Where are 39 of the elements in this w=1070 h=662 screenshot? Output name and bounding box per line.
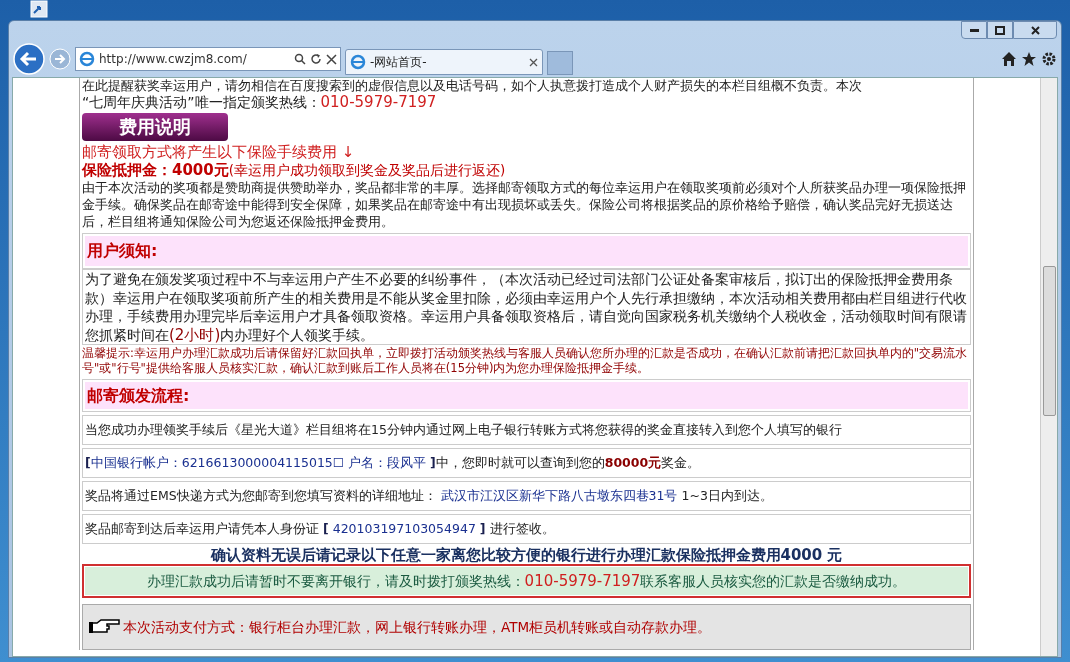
maximize-button[interactable] xyxy=(987,21,1013,39)
pointing-hand-icon xyxy=(89,618,121,636)
process-step-text: 当您成功办理领奖手续后《星光大道》栏目组将在15分钟内通过网上电子银行转账方式将您获得的奖金直接转入到您个人填写的银行 xyxy=(82,415,971,445)
refresh-icon[interactable] xyxy=(310,53,322,65)
warning-text: 在此提醒获奖幸运用户，请勿相信在百度搜索到的虚假信息以及电话号码，如个人执意拨打造成个人财产损失的本栏目组概不负责。本次 xyxy=(82,78,863,93)
hotline-notice: 办理汇款成功后请暂时不要离开银行，请及时拨打颁奖热线：010-5979-7197联系客服人员核实您的汇款是否缴纳成功。 xyxy=(85,567,968,595)
deposit-text: 保险抵押金：4000元(幸运用户成功领取到奖金及奖品后进行返还) xyxy=(82,161,507,179)
process-step-text: 奖品将通过EMS快递方式为您邮寄到您填写资料的详细地址： 武汉市江汉区新华下路八古墩东四巷31号 1~3日内到达。 xyxy=(82,481,971,511)
fee-description: 由于本次活动的奖项都是赞助商提供赞助举办，奖品都非常的丰厚。选择邮寄领取方式的每位幸运用户在领取奖项前必须对个人所获奖品办理一项保险抵押金手续。确保奖品在邮寄途中能得到安全保障，如果奖品在邮寄途中有出现损坏或丢失。保险公司将根据奖品的原价格给予赔偿，确认奖品完好无损送达后，栏目组将通知保险公司为您返还保险抵押金费用。 xyxy=(82,179,967,230)
minimize-icon xyxy=(969,28,979,32)
process-step-text: [中国银行帐户：6216613000004115015☐ 户名：段风平 ]中，您即时就可以查询到您的80000元奖金。 xyxy=(82,448,971,478)
close-icon[interactable] xyxy=(529,57,538,67)
close-icon[interactable] xyxy=(326,53,337,65)
scrollbar[interactable] xyxy=(1040,78,1057,656)
payment-methods-text: 本次活动支付方式：银行柜台办理汇款，网上银行转账办理，ATM柜员机转账或自动存款办理。 xyxy=(123,618,712,636)
star-icon[interactable] xyxy=(1021,51,1037,67)
maximize-icon xyxy=(995,25,1005,35)
process-step-text: 奖品邮寄到达后幸运用户请凭本人身份证 [ 420103197103054947 ] 进行签收。 xyxy=(82,514,971,544)
search-icon[interactable] xyxy=(294,53,306,65)
scrollbar-thumb[interactable] xyxy=(1042,266,1056,416)
close-icon xyxy=(1030,25,1040,35)
browser-icon xyxy=(350,54,366,70)
fee-button[interactable]: 费用说明 xyxy=(82,113,228,141)
browser-tab[interactable]: -网站首页- xyxy=(345,49,543,75)
tip-text: 温馨提示:幸运用户办理汇款成功后请保留好汇款回执单，立即拨打活动颁奖热线与客服人员确认您所办理的汇款是否成功，在确认汇款前请把汇款回执单内的"交易流水号"或"行号"提供给客服人员核实汇款，确认汇款到账后工作人员将在(15分钟)内为您办理保险抵押金手续。 xyxy=(82,346,969,376)
section-heading: 用户须知: xyxy=(85,236,968,266)
close-button[interactable] xyxy=(1013,21,1057,39)
minimize-button[interactable] xyxy=(961,21,987,39)
confirm-text: 确认资料无误后请记录以下任意一家离您比较方便的银行进行办理汇款保险抵押金费用4000 元 xyxy=(209,546,844,564)
notice-text: 为了避免在颁发奖项过程中不与幸运用户产生不必要的纠纷事件，（本次活动已经过司法部门公证处备案审核后，拟订出的保险抵押金费用条款）幸运用户在领取奖项前所产生的相关费用是不能从奖金里扣除，必须由幸运用户个人先行承担缴纳，本次活动相关费用都由栏目组进行代收办理，手续费用办理完毕后幸运用户才具备领取资格。幸运用户具备领取资格后，请自觉向国家税务机关缴纳个人税收金，活动领取时间有限请您抓紧时间在(2小时)内办理好个人领奖手续。 xyxy=(82,269,971,345)
hotline-text: “七周年庆典活动”唯一指定颁奖热线：010-5979-7197 xyxy=(82,93,438,111)
address-field[interactable]: http://www.cwzjm8.com/ xyxy=(75,47,341,71)
section-heading: 邮寄颁发流程: xyxy=(85,382,968,409)
browser-icon xyxy=(79,51,95,67)
fee-intro-text: 邮寄领取方式将产生以下保险手续费用 ↓ xyxy=(82,143,356,161)
back-icon[interactable] xyxy=(13,43,45,75)
settings-icon[interactable] xyxy=(1041,51,1057,67)
shortcut-icon[interactable] xyxy=(30,0,48,18)
home-icon[interactable] xyxy=(1001,51,1017,67)
